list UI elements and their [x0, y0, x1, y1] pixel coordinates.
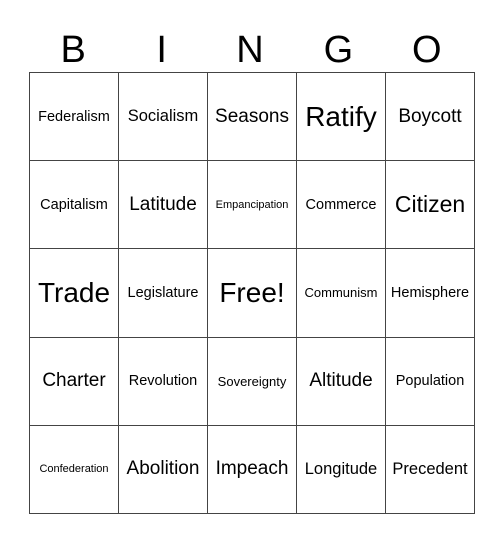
card-cell[interactable]: Seasons	[207, 71, 297, 162]
bingo-header: B I N G O	[29, 28, 471, 72]
card-cell[interactable]: Citizen	[385, 160, 475, 250]
card-cell[interactable]: Abolition	[118, 424, 208, 515]
card-cell[interactable]: Trade	[29, 248, 119, 338]
card-cell[interactable]: Capitalism	[29, 160, 119, 250]
bingo-card: Federalism Socialism Seasons Ratify Boyc…	[29, 71, 475, 515]
card-cell[interactable]: Communism	[296, 248, 386, 338]
card-cell[interactable]: Hemisphere	[385, 248, 475, 338]
card-cell[interactable]: Latitude	[118, 160, 208, 250]
card-cell[interactable]: Federalism	[29, 71, 119, 162]
card-row: Charter Revolution Sovereignty Altitude …	[29, 336, 475, 426]
header-letter-b: B	[60, 29, 86, 71]
card-cell[interactable]: Longitude	[296, 424, 386, 515]
card-cell[interactable]: Population	[385, 336, 475, 426]
header-letter-n: N	[236, 29, 264, 71]
card-cell[interactable]: Precedent	[385, 424, 475, 515]
header-letter-o: O	[412, 29, 442, 71]
card-cell[interactable]: Socialism	[118, 71, 208, 162]
card-cell[interactable]: Impeach	[207, 424, 297, 515]
card-row: Trade Legislature Free! Communism Hemisp…	[29, 248, 475, 338]
card-cell[interactable]: Ratify	[296, 71, 386, 162]
card-cell[interactable]: Confederation	[29, 424, 119, 515]
card-cell[interactable]: Charter	[29, 336, 119, 426]
card-cell[interactable]: Legislature	[118, 248, 208, 338]
card-row: Capitalism Latitude Empancipation Commer…	[29, 160, 475, 250]
card-cell[interactable]: Commerce	[296, 160, 386, 250]
header-letter-i: I	[156, 29, 167, 71]
card-row: Confederation Abolition Impeach Longitud…	[29, 424, 475, 515]
card-cell[interactable]: Empancipation	[207, 160, 297, 250]
free-space-cell[interactable]: Free!	[207, 248, 297, 338]
header-letter-g: G	[323, 29, 354, 71]
card-cell[interactable]: Revolution	[118, 336, 208, 426]
card-cell[interactable]: Altitude	[296, 336, 386, 426]
card-cell[interactable]: Sovereignty	[207, 336, 297, 426]
card-row: Federalism Socialism Seasons Ratify Boyc…	[29, 71, 475, 162]
card-cell[interactable]: Boycott	[385, 71, 475, 162]
